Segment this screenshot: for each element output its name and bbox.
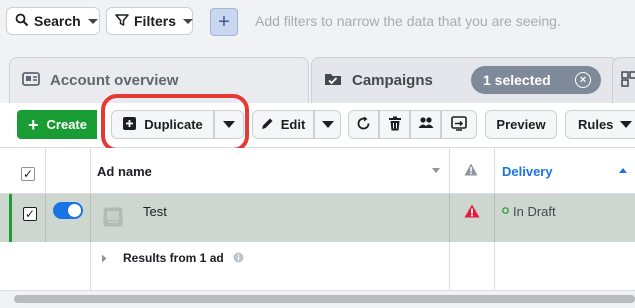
edit-button[interactable]: Edit [252, 110, 314, 139]
ad-name-cell[interactable]: Test [143, 204, 167, 219]
selected-count-badge[interactable]: 1 selected × [471, 66, 601, 94]
info-icon[interactable] [233, 252, 244, 263]
pencil-icon [261, 117, 274, 133]
scrollbar-thumb[interactable] [14, 295, 635, 303]
filters-button[interactable]: Filters [106, 7, 194, 35]
results-summary: Results from 1 ad [123, 251, 224, 265]
preview-button[interactable]: Preview [485, 110, 557, 139]
close-icon[interactable]: × [575, 72, 591, 88]
column-header-delivery[interactable]: Delivery [502, 164, 553, 179]
add-filter-button[interactable]: + [210, 8, 238, 36]
preview-button-label: Preview [496, 117, 546, 132]
search-button-label: Search [34, 13, 81, 29]
delivery-status-cell: In Draft [513, 204, 556, 219]
ad-on-off-toggle[interactable] [53, 202, 83, 219]
column-divider [494, 194, 495, 242]
horizontal-scrollbar[interactable] [0, 290, 635, 308]
delete-button[interactable] [379, 110, 410, 139]
warning-icon[interactable] [464, 204, 480, 218]
selected-count-label: 1 selected [483, 72, 551, 88]
ab-test-icon [418, 116, 434, 134]
sort-up-icon[interactable] [619, 167, 627, 173]
column-divider [90, 194, 91, 242]
plus-icon: + [218, 11, 230, 33]
chevron-down-icon [620, 121, 633, 128]
warning-header-icon [464, 163, 478, 176]
results-row [0, 242, 635, 290]
search-button[interactable]: Search [6, 7, 100, 35]
column-divider [45, 194, 46, 242]
ad-thumbnail-icon [103, 207, 123, 227]
sort-down-icon[interactable] [432, 168, 440, 174]
plus-icon: + [28, 114, 39, 135]
chevron-down-icon [87, 18, 98, 24]
edit-button-label: Edit [280, 117, 306, 132]
filter-hint: Add filters to narrow the data that you … [255, 13, 561, 29]
tab-ad-sets[interactable] [612, 57, 635, 103]
campaigns-icon [324, 71, 342, 91]
column-header-ad-name[interactable]: Ad name [97, 164, 152, 179]
ad-sets-icon [621, 70, 635, 91]
filter-icon [115, 13, 129, 30]
column-divider [449, 194, 450, 242]
row-selected-accent [9, 194, 12, 242]
edit-dropdown-button[interactable] [314, 110, 341, 139]
create-button[interactable]: + Create [17, 110, 97, 139]
export-button[interactable] [441, 110, 477, 139]
chevron-down-icon [183, 18, 194, 24]
column-divider [449, 242, 450, 290]
tab-campaigns-label: Campaigns [352, 72, 433, 89]
toggle-knob [68, 204, 81, 217]
chevron-down-icon [321, 121, 334, 128]
column-divider [494, 242, 495, 290]
create-button-label: Create [46, 117, 87, 132]
account-overview-icon [22, 71, 40, 91]
search-icon [15, 13, 29, 30]
chevron-right-icon[interactable] [101, 254, 107, 263]
refresh-icon [356, 116, 371, 134]
export-icon [451, 115, 467, 134]
column-divider [90, 242, 91, 290]
filters-button-label: Filters [134, 13, 177, 29]
rules-button[interactable]: Rules [565, 110, 635, 139]
duplicate-highlight [101, 94, 249, 152]
refresh-button[interactable] [348, 110, 379, 139]
rules-button-label: Rules [578, 117, 614, 132]
ab-test-button[interactable] [410, 110, 441, 139]
tab-account-overview-label: Account overview [50, 72, 179, 89]
select-all-checkbox[interactable]: ✓ [21, 167, 35, 181]
trash-icon [388, 116, 402, 134]
delivery-status-dot [502, 207, 509, 214]
row-checkbox[interactable]: ✓ [23, 207, 37, 221]
